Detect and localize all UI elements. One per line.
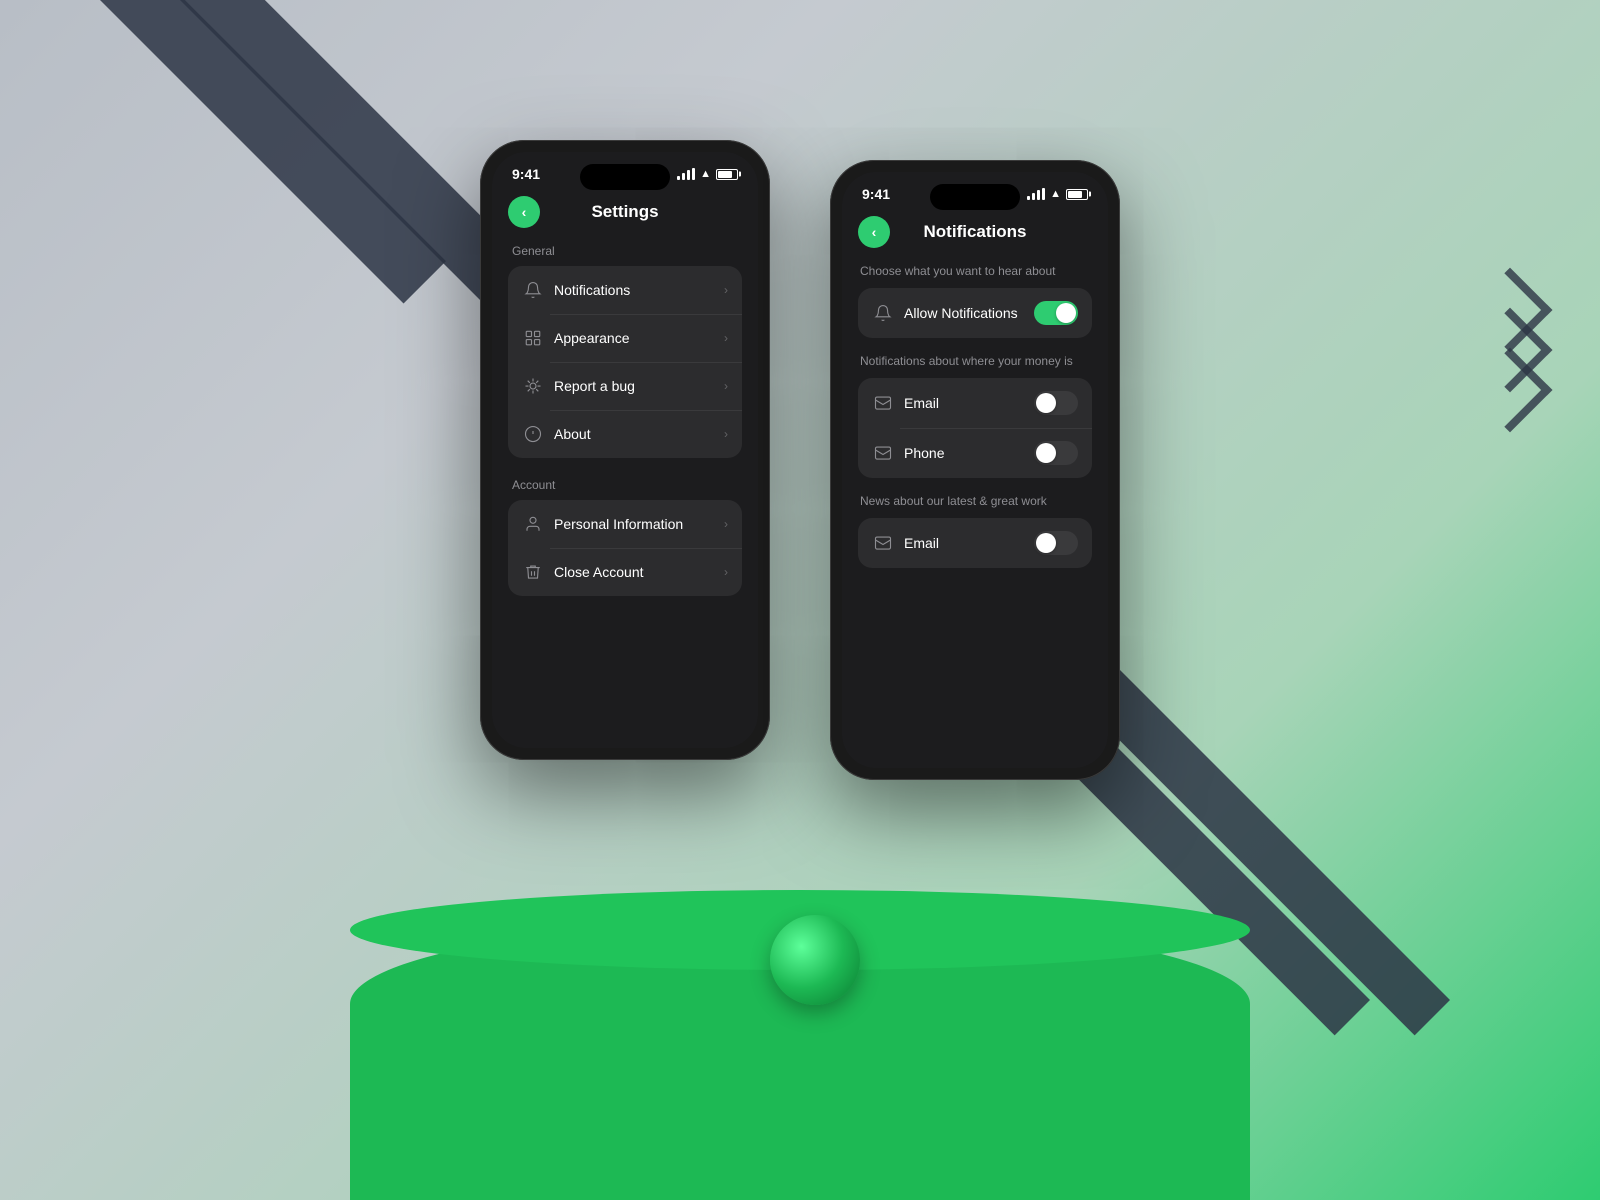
email-news-icon bbox=[872, 532, 894, 554]
wifi-icon-1: ▲ bbox=[700, 168, 711, 180]
appearance-label: Appearance bbox=[554, 330, 724, 346]
back-arrow-icon: ‹ bbox=[522, 205, 527, 219]
news-notifications-group: Email bbox=[858, 518, 1092, 568]
grid-icon bbox=[522, 327, 544, 349]
status-time-2: 9:41 bbox=[862, 186, 890, 202]
email-news-label: Email bbox=[904, 535, 1034, 551]
toggle-knob-phone-money bbox=[1036, 443, 1056, 463]
signal-bar-3 bbox=[687, 170, 690, 180]
notifications-label: Notifications bbox=[554, 282, 724, 298]
status-icons-2: ▲ bbox=[1027, 188, 1088, 200]
back-arrow-icon-2: ‹ bbox=[872, 225, 877, 239]
battery-fill-2 bbox=[1068, 191, 1082, 198]
signal-bar2-4 bbox=[1042, 188, 1045, 200]
allow-notifications-group: Allow Notifications bbox=[858, 288, 1092, 338]
signal-bar-4 bbox=[692, 168, 695, 180]
notifications-subtitle-2: Notifications about where your money is bbox=[858, 354, 1092, 368]
status-time-1: 9:41 bbox=[512, 166, 540, 182]
toggle-knob-allow bbox=[1056, 303, 1076, 323]
bug-icon bbox=[522, 375, 544, 397]
personal-info-chevron: › bbox=[724, 517, 728, 531]
signal-bars-1 bbox=[677, 168, 695, 180]
phone-notifications-screen: 9:41 ▲ bbox=[842, 172, 1108, 768]
close-account-label: Close Account bbox=[554, 564, 724, 580]
account-settings-group: Personal Information › Close Account › bbox=[508, 500, 742, 596]
appearance-chevron: › bbox=[724, 331, 728, 345]
email-money-toggle[interactable] bbox=[1034, 391, 1078, 415]
settings-item-personal-info[interactable]: Personal Information › bbox=[508, 500, 742, 548]
person-icon bbox=[522, 513, 544, 535]
personal-info-label: Personal Information bbox=[554, 516, 724, 532]
settings-nav-header: ‹ Settings bbox=[508, 188, 742, 244]
report-bug-chevron: › bbox=[724, 379, 728, 393]
general-section-label: General bbox=[508, 244, 742, 258]
close-account-chevron: › bbox=[724, 565, 728, 579]
notif-email-news-item[interactable]: Email bbox=[858, 518, 1092, 568]
account-section-label: Account bbox=[508, 478, 742, 492]
notif-phone-money-item[interactable]: Phone bbox=[858, 428, 1092, 478]
settings-item-appearance[interactable]: Appearance › bbox=[508, 314, 742, 362]
general-settings-group: Notifications › Appearance › bbox=[508, 266, 742, 458]
signal-bar2-2 bbox=[1032, 193, 1035, 200]
notifications-screen-content: ‹ Notifications Choose what you want to … bbox=[842, 208, 1108, 588]
phone-money-icon bbox=[872, 442, 894, 464]
settings-item-report-bug[interactable]: Report a bug › bbox=[508, 362, 742, 410]
email-money-icon bbox=[872, 392, 894, 414]
notifications-title: Notifications bbox=[924, 222, 1027, 242]
email-money-label: Email bbox=[904, 395, 1034, 411]
signal-bars-2 bbox=[1027, 188, 1045, 200]
settings-title: Settings bbox=[591, 202, 658, 222]
notifications-chevron: › bbox=[724, 283, 728, 297]
status-icons-1: ▲ bbox=[677, 168, 738, 180]
battery-2 bbox=[1066, 189, 1088, 200]
info-icon bbox=[522, 423, 544, 445]
allow-notifications-toggle[interactable] bbox=[1034, 301, 1078, 325]
settings-item-close-account[interactable]: Close Account › bbox=[508, 548, 742, 596]
decorative-arrows bbox=[1480, 280, 1540, 400]
phone-notifications: 9:41 ▲ bbox=[830, 160, 1120, 780]
battery-1 bbox=[716, 169, 738, 180]
signal-bar2-3 bbox=[1037, 190, 1040, 200]
notifications-nav-header: ‹ Notifications bbox=[858, 208, 1092, 264]
dynamic-island-1 bbox=[580, 164, 670, 190]
allow-notifications-item[interactable]: Allow Notifications bbox=[858, 288, 1092, 338]
wifi-icon-2: ▲ bbox=[1050, 188, 1061, 200]
settings-item-notifications[interactable]: Notifications › bbox=[508, 266, 742, 314]
toggle-knob-email-news bbox=[1036, 533, 1056, 553]
notifications-subtitle-3: News about our latest & great work bbox=[858, 494, 1092, 508]
notifications-subtitle-1: Choose what you want to hear about bbox=[858, 264, 1092, 278]
report-bug-label: Report a bug bbox=[554, 378, 724, 394]
settings-item-about[interactable]: About › bbox=[508, 410, 742, 458]
bell-icon bbox=[522, 279, 544, 301]
trash-icon bbox=[522, 561, 544, 583]
settings-screen-content: ‹ Settings General Notifications › bbox=[492, 188, 758, 616]
signal-bar-1 bbox=[677, 176, 680, 180]
phone-money-label: Phone bbox=[904, 445, 1034, 461]
bell-notif-icon bbox=[872, 302, 894, 324]
dynamic-island-2 bbox=[930, 184, 1020, 210]
notifications-back-button[interactable]: ‹ bbox=[858, 216, 890, 248]
phones-container: 9:41 ▲ bbox=[480, 140, 1120, 780]
toggle-knob-email-money bbox=[1036, 393, 1056, 413]
notif-email-money-item[interactable]: Email bbox=[858, 378, 1092, 428]
battery-fill-1 bbox=[718, 171, 732, 178]
about-label: About bbox=[554, 426, 724, 442]
phone-settings-screen: 9:41 ▲ bbox=[492, 152, 758, 748]
settings-back-button[interactable]: ‹ bbox=[508, 196, 540, 228]
phone-settings: 9:41 ▲ bbox=[480, 140, 770, 760]
email-news-toggle[interactable] bbox=[1034, 531, 1078, 555]
green-sphere bbox=[770, 915, 860, 1005]
signal-bar-2 bbox=[682, 173, 685, 180]
signal-bar2-1 bbox=[1027, 196, 1030, 200]
money-notifications-group: Email Phone bbox=[858, 378, 1092, 478]
phone-money-toggle[interactable] bbox=[1034, 441, 1078, 465]
about-chevron: › bbox=[724, 427, 728, 441]
allow-notifications-label: Allow Notifications bbox=[904, 305, 1034, 321]
